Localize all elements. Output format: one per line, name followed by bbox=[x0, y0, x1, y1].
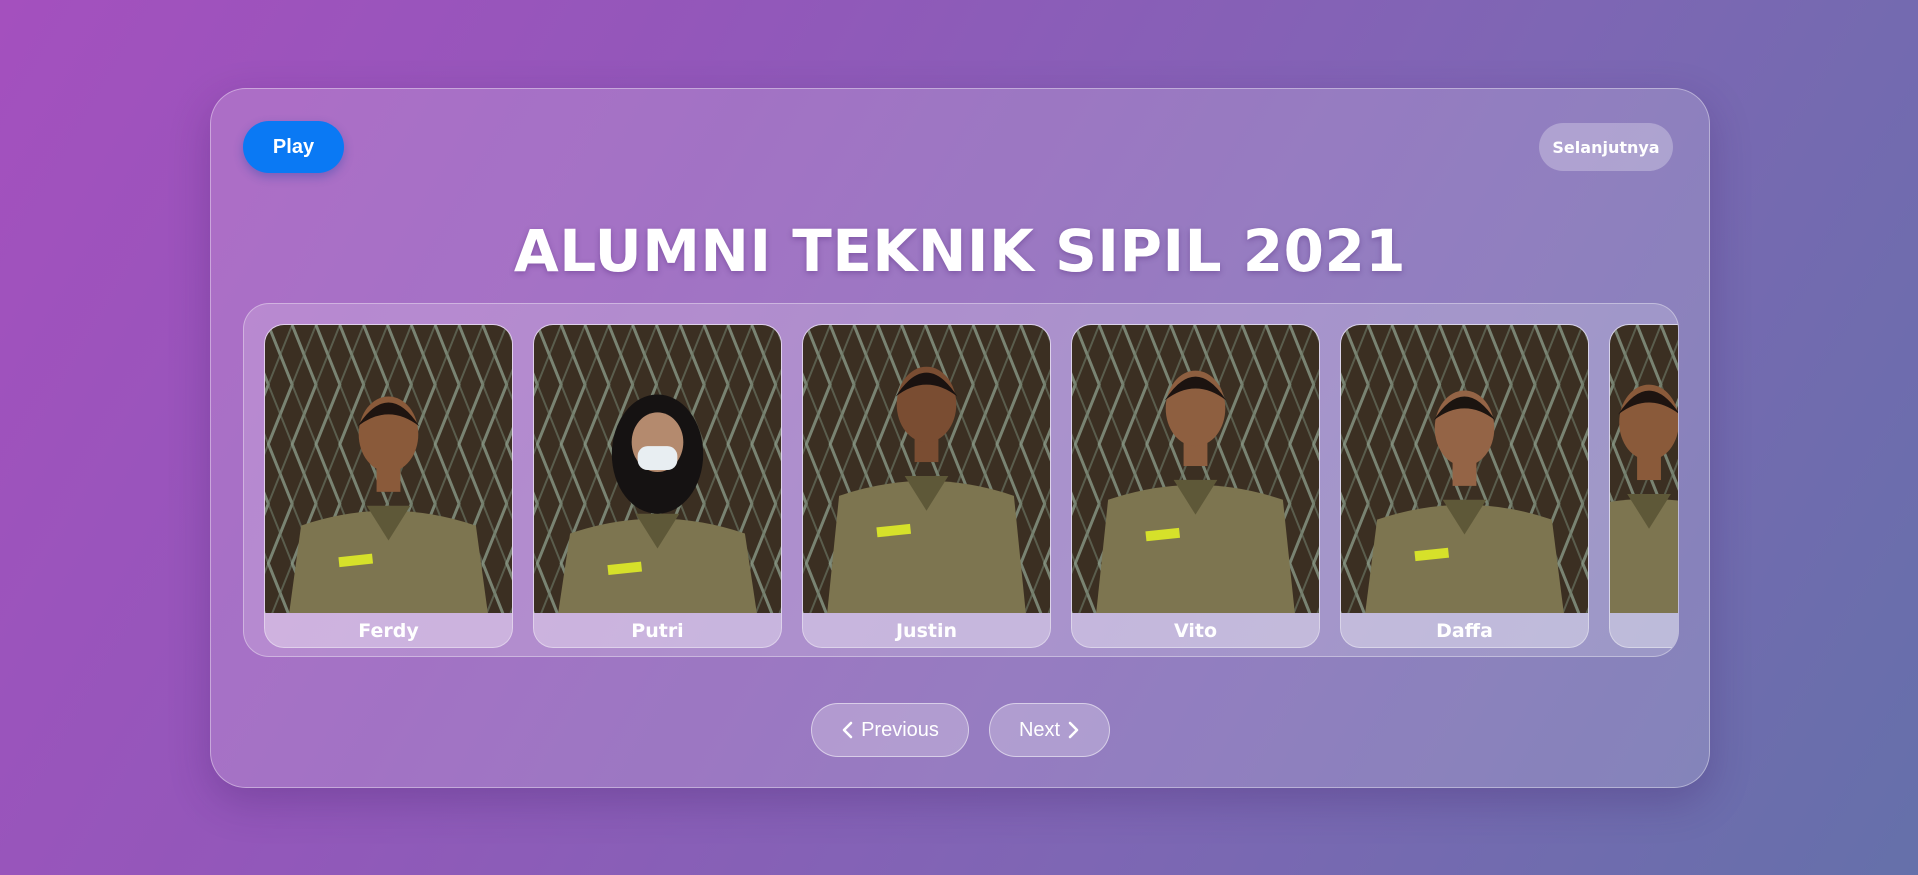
page-title: ALUMNI TEKNIK SIPIL 2021 bbox=[513, 217, 1407, 285]
next-button[interactable]: Next bbox=[989, 703, 1110, 757]
alumni-name: Vito bbox=[1072, 613, 1319, 647]
alumni-carousel[interactable]: Ferdy Putri Justin Vito Daffa bbox=[243, 303, 1679, 657]
alumni-photo bbox=[1610, 325, 1678, 614]
next-page-button[interactable]: Selanjutnya bbox=[1539, 123, 1673, 171]
alumni-card[interactable]: Ferdy bbox=[264, 324, 513, 648]
previous-label: Previous bbox=[861, 718, 939, 741]
alumni-card[interactable]: Putri bbox=[533, 324, 782, 648]
slideshow-panel: Play Selanjutnya ALUMNI TEKNIK SIPIL 202… bbox=[210, 88, 1710, 788]
chevron-left-icon bbox=[842, 721, 853, 739]
alumni-photo bbox=[1341, 325, 1588, 613]
alumni-photo bbox=[803, 325, 1050, 613]
play-button[interactable]: Play bbox=[243, 121, 344, 173]
alumni-name: Daffa bbox=[1341, 613, 1588, 647]
alumni-name: Justin bbox=[803, 613, 1050, 647]
alumni-card[interactable]: Justin bbox=[802, 324, 1051, 648]
alumni-name bbox=[1610, 613, 1678, 647]
chevron-right-icon bbox=[1068, 721, 1079, 739]
alumni-photo bbox=[265, 325, 512, 613]
alumni-card[interactable]: Vito bbox=[1071, 324, 1320, 648]
alumni-photo bbox=[1072, 325, 1319, 613]
previous-button[interactable]: Previous bbox=[811, 703, 969, 757]
alumni-name: Ferdy bbox=[265, 613, 512, 647]
next-label: Next bbox=[1018, 718, 1061, 741]
alumni-card[interactable]: Daffa bbox=[1340, 324, 1589, 648]
alumni-photo bbox=[534, 325, 781, 613]
alumni-name: Putri bbox=[534, 613, 781, 647]
carousel-track: Ferdy Putri Justin Vito Daffa bbox=[264, 324, 1678, 648]
alumni-card[interactable] bbox=[1609, 324, 1678, 648]
